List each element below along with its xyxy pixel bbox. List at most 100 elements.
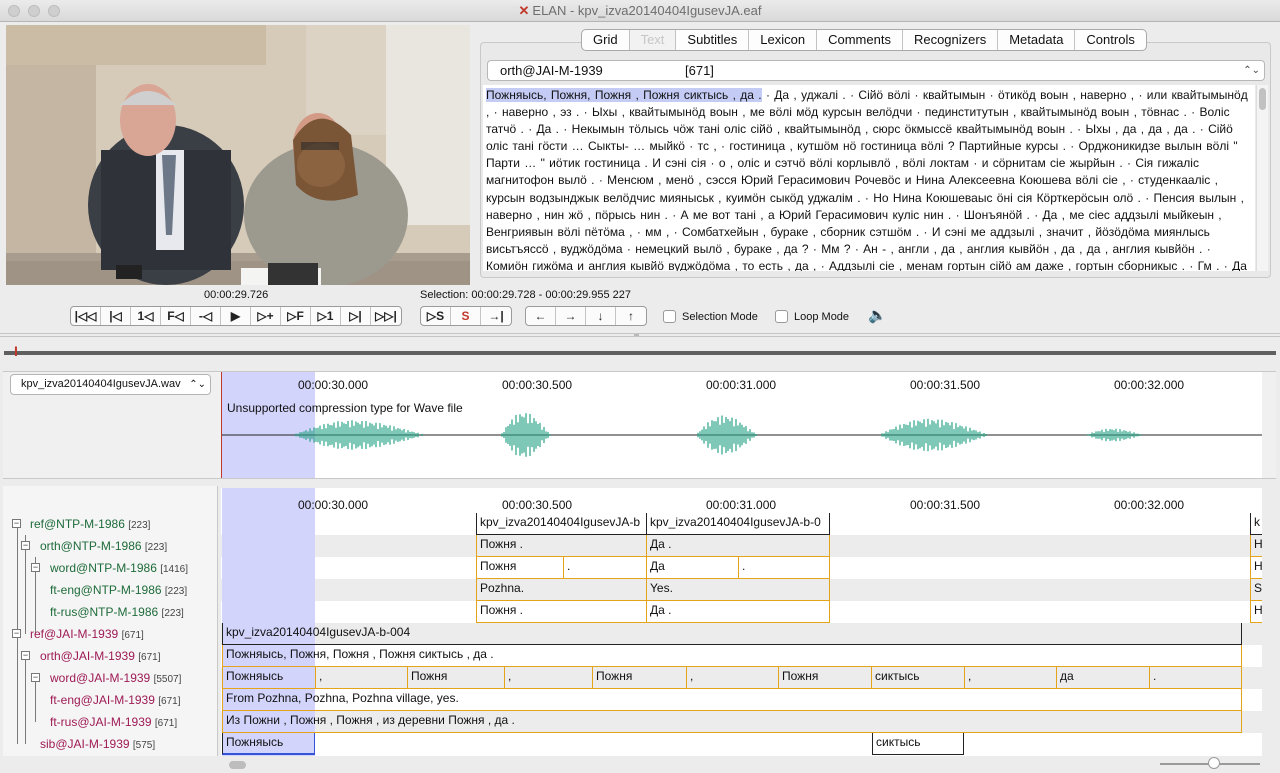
prev-annotation-button[interactable]: ←	[526, 307, 556, 325]
annotation-jai-word[interactable]: да	[1056, 667, 1149, 689]
slider-knob[interactable]	[1208, 757, 1220, 769]
step-back-1-button[interactable]: 1◁	[131, 307, 161, 325]
tier-ft-rus-jai[interactable]: ft-rus@JAI-M-1939 [671]	[3, 711, 218, 733]
tab-recognizers[interactable]: Recognizers	[903, 30, 999, 50]
annotation-jai-word[interactable]: Пожня	[778, 667, 871, 689]
panel-divider[interactable]: ═	[0, 332, 1280, 339]
collapse-icon[interactable]: −	[21, 651, 30, 660]
annotation-ntp-word[interactable]: Пожня	[476, 557, 563, 579]
annotation-ntp-orth[interactable]: Н	[1250, 535, 1262, 557]
tier-orth-ntp[interactable]: − orth@NTP-M-1986 [223]	[3, 535, 218, 557]
play-button[interactable]: ▶	[221, 307, 251, 325]
overview-track[interactable]	[4, 351, 1276, 355]
annotation-ntp-ft-eng[interactable]: S	[1250, 579, 1262, 601]
step-back-second-button[interactable]: -◁	[191, 307, 221, 325]
annotation-jai-word[interactable]: ,	[686, 667, 778, 689]
clear-selection-button[interactable]: S	[451, 307, 481, 325]
tab-controls[interactable]: Controls	[1075, 30, 1145, 50]
tab-grid[interactable]: Grid	[582, 30, 630, 50]
next-annotation-button[interactable]: →	[556, 307, 586, 325]
annotation-up-button[interactable]: ↑	[616, 307, 646, 325]
step-back-frame-button[interactable]: F◁	[161, 307, 191, 325]
tier-ref-jai[interactable]: − ref@JAI-M-1939 [671]	[3, 623, 218, 645]
annotation-jai-word[interactable]: ,	[504, 667, 592, 689]
tier-word-jai[interactable]: − word@JAI-M-1939 [5507]	[3, 667, 218, 689]
annotation-jai-word[interactable]: ,	[315, 667, 407, 689]
tab-comments[interactable]: Comments	[817, 30, 903, 50]
collapse-icon[interactable]: −	[21, 541, 30, 550]
annotation-jai-ft-rus[interactable]: Из Пожни , Пожня , Пожня , из деревни По…	[222, 711, 1242, 733]
annotation-ntp-word[interactable]: .	[738, 557, 830, 579]
highlighted-annotation[interactable]: Пожняысь, Пожня, Пожня , Пожня сиктысь ,…	[486, 88, 762, 102]
text-vertical-scrollbar[interactable]	[1256, 85, 1268, 271]
annotation-jai-word[interactable]: Пожня	[407, 667, 504, 689]
tier-count: [5507]	[153, 674, 182, 685]
selection-mode-checkbox[interactable]	[663, 310, 676, 323]
toggle-selection-button[interactable]: →|	[481, 307, 511, 325]
tier-ref-ntp[interactable]: − ref@NTP-M-1986 [223]	[3, 513, 218, 535]
annotation-jai-word[interactable]: Пожняысь	[222, 667, 315, 689]
scrollbar-thumb[interactable]	[1259, 88, 1266, 110]
video-player[interactable]	[6, 25, 470, 285]
tier-ft-eng-jai[interactable]: ft-eng@JAI-M-1939 [671]	[3, 689, 218, 711]
tab-metadata[interactable]: Metadata	[998, 30, 1076, 50]
collapse-icon[interactable]: −	[12, 519, 21, 528]
step-forward-frame-button[interactable]: ▷F	[281, 307, 311, 325]
tier-name: word@JAI-M-1939	[50, 671, 151, 685]
tab-subtitles[interactable]: Subtitles	[676, 30, 750, 50]
wav-file-select[interactable]: kpv_izva20140404IgusevJA.wav ⌃⌄	[10, 374, 211, 395]
scrollbar-thumb[interactable]	[229, 761, 246, 769]
annotation-jai-word[interactable]: .	[1149, 667, 1242, 689]
step-forward-second-button[interactable]: ▷+	[251, 307, 281, 325]
annotation-jai-orth[interactable]: Пожняысь, Пожня, Пожня , Пожня сиктысь ,…	[222, 645, 1242, 667]
annotation-jai-word[interactable]: ,	[964, 667, 1056, 689]
annotation-ntp-ft-rus[interactable]: Н	[1250, 601, 1262, 623]
annotation-ntp-orth[interactable]: Пожня .	[476, 535, 646, 557]
step-forward-1-button[interactable]: ▷1	[311, 307, 341, 325]
annotation-ntp-ref[interactable]: kpv_izva20140404IgusevJA-b-0	[646, 513, 830, 535]
tier-word-ntp[interactable]: − word@NTP-M-1986 [1416]	[3, 557, 218, 579]
tab-lexicon[interactable]: Lexicon	[749, 30, 818, 50]
minimize-window-button[interactable]	[28, 5, 40, 17]
tier-ft-rus-ntp[interactable]: ft-rus@NTP-M-1986 [223]	[3, 601, 218, 623]
collapse-icon[interactable]: −	[31, 673, 40, 682]
annotation-down-button[interactable]: ↓	[586, 307, 616, 325]
tier-sib-jai[interactable]: sib@JAI-M-1939 [575]	[3, 733, 218, 755]
annotation-jai-word[interactable]: сиктысь	[871, 667, 964, 689]
annotation-ntp-ref[interactable]: kpv_izva20140404IgusevJA-b	[476, 513, 646, 535]
annotation-jai-word[interactable]: Пожня	[592, 667, 686, 689]
timeline-horizontal-scrollbar[interactable]	[221, 758, 1262, 772]
previous-frame-button[interactable]: |◁	[101, 307, 131, 325]
annotation-ntp-word[interactable]: Н	[1250, 557, 1262, 579]
annotation-ntp-word[interactable]: Да	[646, 557, 738, 579]
annotation-ntp-ft-rus[interactable]: Пожня .	[476, 601, 646, 623]
time-overview[interactable]: I	[4, 343, 1276, 363]
annotation-ntp-word[interactable]: .	[563, 557, 646, 579]
loop-mode-checkbox[interactable]	[775, 310, 788, 323]
close-window-button[interactable]	[8, 5, 20, 17]
collapse-icon[interactable]: −	[12, 629, 21, 638]
tab-text[interactable]: Text	[629, 30, 677, 50]
annotation-jai-ft-eng[interactable]: From Pozhna, Pozhna, Pozhna village, yes…	[222, 689, 1242, 711]
text-content[interactable]: Пожняысь, Пожня, Пожня , Пожня сиктысь ,…	[483, 85, 1255, 271]
tier-ft-eng-ntp[interactable]: ft-eng@NTP-M-1986 [223]	[3, 579, 218, 601]
annotation-jai-sib-selected[interactable]: Пожняысь	[222, 733, 315, 755]
annotation-ntp-ft-rus[interactable]: Да .	[646, 601, 830, 623]
collapse-icon[interactable]: −	[31, 563, 40, 572]
annotation-jai-sib[interactable]: сиктысь	[872, 733, 964, 755]
annotation-ntp-orth[interactable]: Да .	[646, 535, 830, 557]
volume-icon[interactable]: 🔈	[868, 306, 887, 324]
zoom-window-button[interactable]	[48, 5, 60, 17]
annotation-ntp-ref[interactable]: k	[1250, 513, 1262, 535]
tier-orth-jai[interactable]: − orth@JAI-M-1939 [671]	[3, 645, 218, 667]
annotation-ntp-ft-eng[interactable]: Yes.	[646, 579, 830, 601]
go-to-begin-button[interactable]: |◁◁	[71, 307, 101, 325]
media-time: 00:00:29.726	[204, 289, 269, 301]
annotation-ntp-ft-eng[interactable]: Pozhna.	[476, 579, 646, 601]
text-tier-select[interactable]: orth@JAI-M-1939 [671] ⌃⌄	[487, 60, 1265, 81]
next-frame-button[interactable]: ▷|	[341, 307, 371, 325]
zoom-slider[interactable]	[1160, 757, 1260, 769]
annotation-jai-ref[interactable]: kpv_izva20140404IgusevJA-b-004	[222, 623, 1242, 645]
play-selection-button[interactable]: ▷S	[421, 307, 451, 325]
go-to-end-button[interactable]: ▷▷|	[371, 307, 401, 325]
